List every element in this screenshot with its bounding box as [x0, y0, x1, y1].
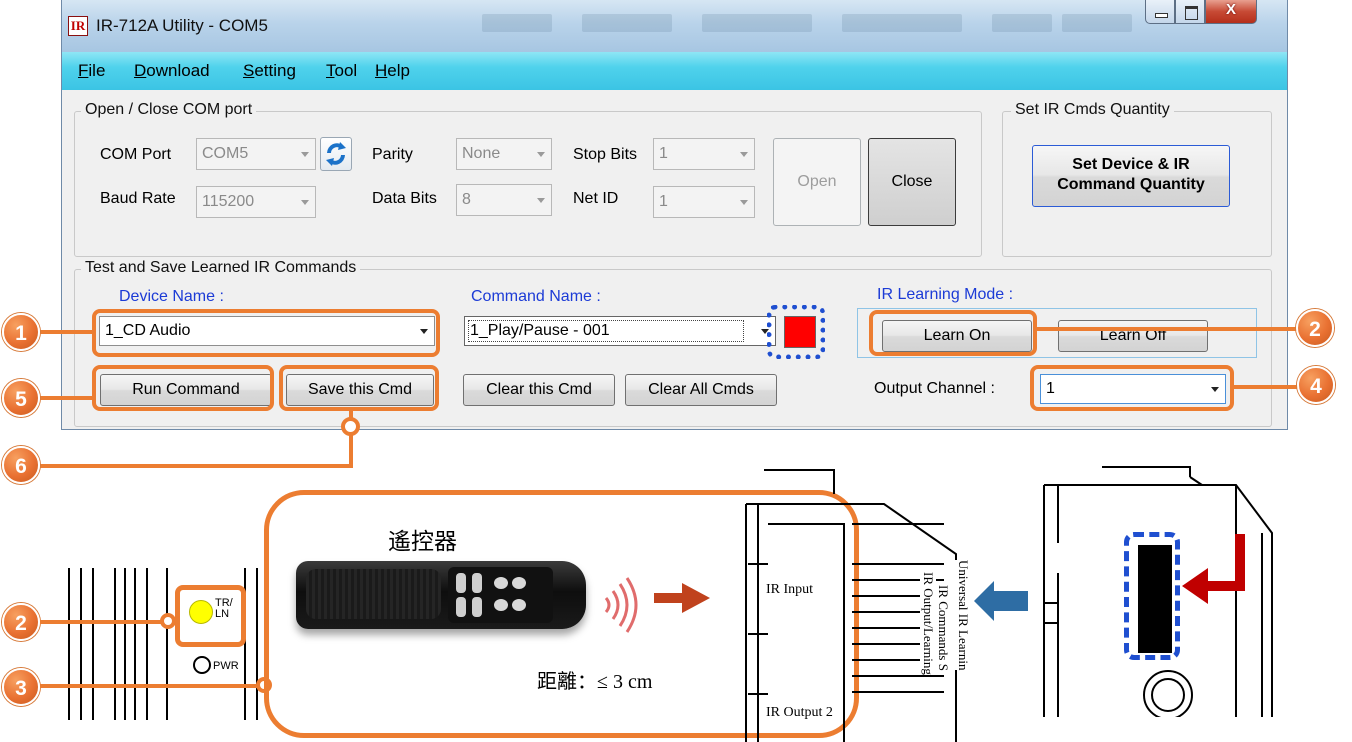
menu-tool[interactable]: Tool [326, 61, 357, 81]
parity-select[interactable]: None [456, 138, 552, 170]
highlight-status-indicator [767, 305, 825, 359]
step-badge-1: 1 [2, 313, 40, 351]
background-blur [582, 14, 672, 32]
step-badge-6: 6 [2, 446, 40, 484]
background-blur [702, 14, 812, 32]
app-icon: IR [68, 16, 88, 36]
com-port-label: COM Port [100, 146, 172, 163]
title-bar[interactable]: IR IR-712A Utility - COM5 X [62, 0, 1287, 52]
panel-line [80, 568, 82, 720]
net-id-label: Net ID [573, 190, 619, 207]
command-name-select[interactable]: 1_Play/Pause - 001 [464, 316, 776, 346]
red-switch-arrow-icon [1182, 534, 1245, 604]
clear-cmd-button[interactable]: Clear this Cmd [463, 374, 615, 406]
panel-line [256, 568, 258, 720]
step-badge-3: 3 [2, 668, 40, 706]
ir-output-label: IR Output 2 [766, 705, 833, 721]
step-badge-4: 4 [1297, 366, 1335, 404]
stop-bits-select[interactable]: 1 [653, 138, 755, 170]
ir-learning-mode-label: IR Learning Mode : [877, 286, 1014, 303]
ir-input-label: IR Input [766, 582, 814, 598]
menu-bar: File Download Setting Tool Help [62, 52, 1287, 90]
panel-line [134, 568, 136, 720]
pwr-led [193, 656, 211, 674]
connector-3 [40, 684, 264, 688]
highlight-run-command [92, 365, 274, 411]
device-side-text-1: Universal IR Learnin [955, 560, 971, 671]
output-channel-label: Output Channel : [874, 380, 995, 397]
window-title: IR-712A Utility - COM5 [96, 16, 268, 35]
highlight-output-channel [1030, 365, 1234, 411]
background-blur [1062, 14, 1132, 32]
connector-2-top [1037, 327, 1313, 331]
close-icon: X [1225, 1, 1236, 18]
step-badge-2: 2 [1296, 309, 1334, 347]
menu-help[interactable]: Help [375, 61, 410, 81]
transmit-arrow-icon [654, 583, 710, 613]
connector-5 [40, 396, 94, 400]
maximize-button[interactable] [1175, 0, 1205, 24]
device-side-text-3: IR Commands S [935, 585, 951, 671]
panel-line [68, 568, 70, 720]
focus-rect [468, 320, 744, 342]
highlight-device-name [92, 309, 440, 357]
device-side-text-2: IR Output/Learning [920, 572, 936, 675]
blue-left-arrow-icon [974, 581, 1028, 621]
distance-label: 距離：≤ 3 cm [537, 671, 653, 693]
menu-setting[interactable]: Setting [243, 61, 296, 81]
stop-bits-label: Stop Bits [573, 146, 638, 163]
panel-line [146, 568, 148, 720]
highlight-tr-ln-led [175, 585, 246, 647]
highlight-switch [1124, 532, 1180, 660]
close-port-button[interactable]: Close [868, 138, 956, 226]
pwr-label: PWR [213, 660, 239, 672]
net-id-select[interactable]: 1 [653, 186, 755, 218]
ir-qty-group-legend: Set IR Cmds Quantity [1011, 101, 1174, 119]
step-badge-2-led: 2 [2, 603, 40, 641]
command-name-label: Command Name : [471, 288, 601, 305]
open-button[interactable]: Open [773, 138, 861, 226]
refresh-button[interactable] [320, 137, 352, 171]
refresh-icon [326, 142, 346, 166]
device-name-label: Device Name : [119, 288, 224, 305]
connector-6-horiz [40, 464, 353, 468]
highlight-learn-on [869, 310, 1037, 356]
set-quantity-button[interactable]: Set Device & IR Command Quantity [1032, 145, 1230, 207]
connector-6-dot [341, 417, 360, 436]
com-port-select[interactable]: COM5 [196, 138, 316, 170]
data-bits-label: Data Bits [372, 190, 437, 207]
highlight-save-cmd [279, 365, 439, 411]
panel-line [114, 568, 116, 720]
remote-label: 遙控器 [388, 529, 457, 554]
clear-all-cmds-button[interactable]: Clear All Cmds [625, 374, 777, 406]
panel-line [124, 568, 126, 720]
parity-label: Parity [372, 146, 413, 163]
panel-line [92, 568, 94, 720]
baud-rate-select[interactable]: 115200 [196, 186, 316, 218]
connector-2-led [40, 620, 176, 624]
baud-rate-label: Baud Rate [100, 190, 176, 207]
data-bits-select[interactable]: 8 [456, 184, 552, 216]
step-badge-5: 5 [2, 379, 40, 417]
close-window-button[interactable]: X [1205, 0, 1257, 24]
menu-download[interactable]: Download [134, 61, 210, 81]
panel-line [166, 568, 168, 720]
test-save-group-legend: Test and Save Learned IR Commands [81, 259, 361, 277]
connector-2-dot [160, 613, 176, 629]
background-blur [992, 14, 1052, 32]
learn-off-button[interactable]: Learn Off [1058, 320, 1208, 352]
remote-control-image [296, 561, 586, 629]
connector-1 [40, 330, 94, 334]
ir-signal-icon [604, 577, 638, 633]
menu-file[interactable]: File [78, 61, 105, 81]
background-blur [482, 14, 552, 32]
com-port-group-legend: Open / Close COM port [81, 101, 257, 119]
background-blur [842, 14, 962, 32]
minimize-button[interactable] [1145, 0, 1175, 24]
